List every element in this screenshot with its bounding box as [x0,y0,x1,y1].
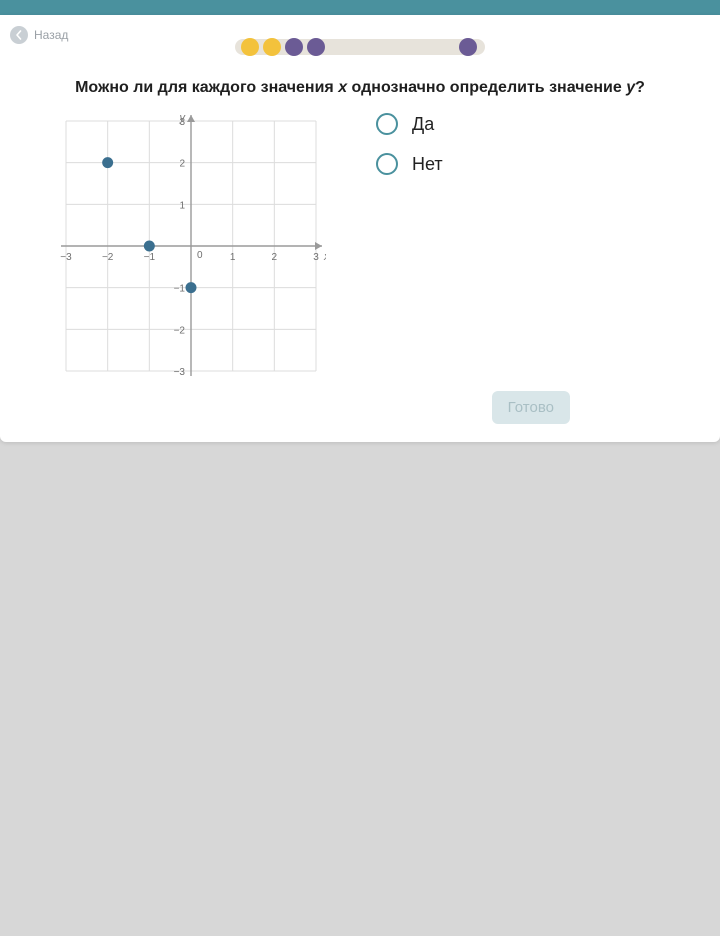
progress-track [235,39,485,55]
back-label: Назад [34,28,68,42]
progress-dot [459,38,477,56]
progress-dot [285,38,303,56]
submit-row: Готово [0,381,720,428]
radio-icon [376,113,398,135]
question-pre: Можно ли для каждого значения [75,79,338,96]
question-mid: однозначно определить значение [347,79,626,96]
svg-text:−1: −1 [174,284,186,295]
svg-text:x: x [323,251,326,263]
radio-icon [376,153,398,175]
svg-text:3: 3 [313,252,319,263]
progress-dot [241,38,259,56]
svg-text:y: y [179,112,187,124]
svg-text:−2: −2 [102,252,114,263]
answer-group: Да Нет [376,111,443,193]
question-post: ? [635,79,645,96]
subheader: Назад [0,15,720,49]
answer-no-label: Нет [412,154,443,175]
content-row: −3−2−10123−3−2−1123xy Да Нет [0,111,720,381]
question-var-y: y [626,79,635,96]
svg-text:1: 1 [179,200,185,211]
svg-text:−2: −2 [174,325,186,336]
back-button[interactable]: Назад [10,26,68,44]
question-var-x: x [338,79,347,96]
answer-yes-label: Да [412,114,434,135]
svg-text:−1: −1 [144,252,156,263]
svg-text:0: 0 [197,250,203,261]
svg-text:2: 2 [179,159,185,170]
question-text: Можно ли для каждого значения x однознач… [0,49,720,111]
submit-button[interactable]: Готово [492,391,570,424]
progress-dot [307,38,325,56]
scatter-chart: −3−2−10123−3−2−1123xy [46,111,326,381]
progress-bar [235,39,485,55]
svg-text:2: 2 [272,252,278,263]
answer-no[interactable]: Нет [376,153,443,175]
exercise-card: Назад Можно ли для каждого значения x од… [0,15,720,442]
chevron-left-icon [10,26,28,44]
svg-text:1: 1 [230,252,236,263]
svg-text:−3: −3 [60,252,72,263]
answer-yes[interactable]: Да [376,113,443,135]
progress-dot [263,38,281,56]
svg-text:−3: −3 [174,367,186,378]
app-header [0,0,720,15]
